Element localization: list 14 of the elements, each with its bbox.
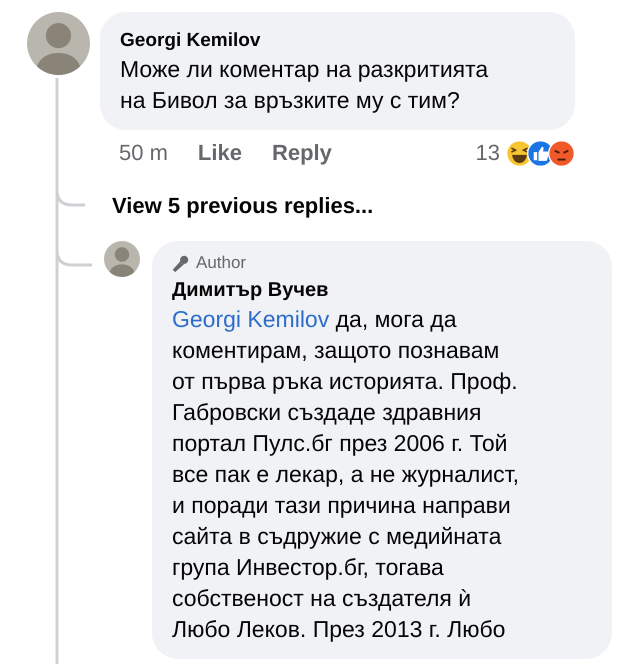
- comment-time: 50 m: [119, 140, 168, 166]
- author-label: Author: [196, 252, 246, 273]
- mention-link[interactable]: Georgi Kemilov: [172, 306, 330, 332]
- commenter-name[interactable]: Georgi Kemilov: [120, 28, 555, 54]
- like-button[interactable]: Like: [198, 140, 242, 166]
- comment-text: Може ли коментар на разкритията на Бивол за връзките му с тим?: [120, 54, 490, 115]
- reply-text: Georgi Kemilov да, мога да коментирам, защото познавам от първа ръка историята. Проф. Габровски създаде здравния портал Пулс.бг през 2006 г. Той все пак е лекар, а не журналист, и поради тази причина направи сайта в съдружие с медийната група Инвестор.бг, тогава собственост на създателя ѝ Любо Леков. През 2013 г. Любо: [172, 304, 520, 644]
- reaction-count[interactable]: 13: [476, 140, 500, 166]
- reply-button[interactable]: Reply: [272, 140, 332, 166]
- reply-author-name[interactable]: Димитър Вучев: [172, 276, 592, 304]
- avatar[interactable]: [104, 240, 140, 277]
- angry-face-icon[interactable]: [548, 140, 575, 167]
- view-previous-replies-link[interactable]: View 5 previous replies...: [112, 192, 374, 219]
- microphone-icon: [172, 254, 190, 272]
